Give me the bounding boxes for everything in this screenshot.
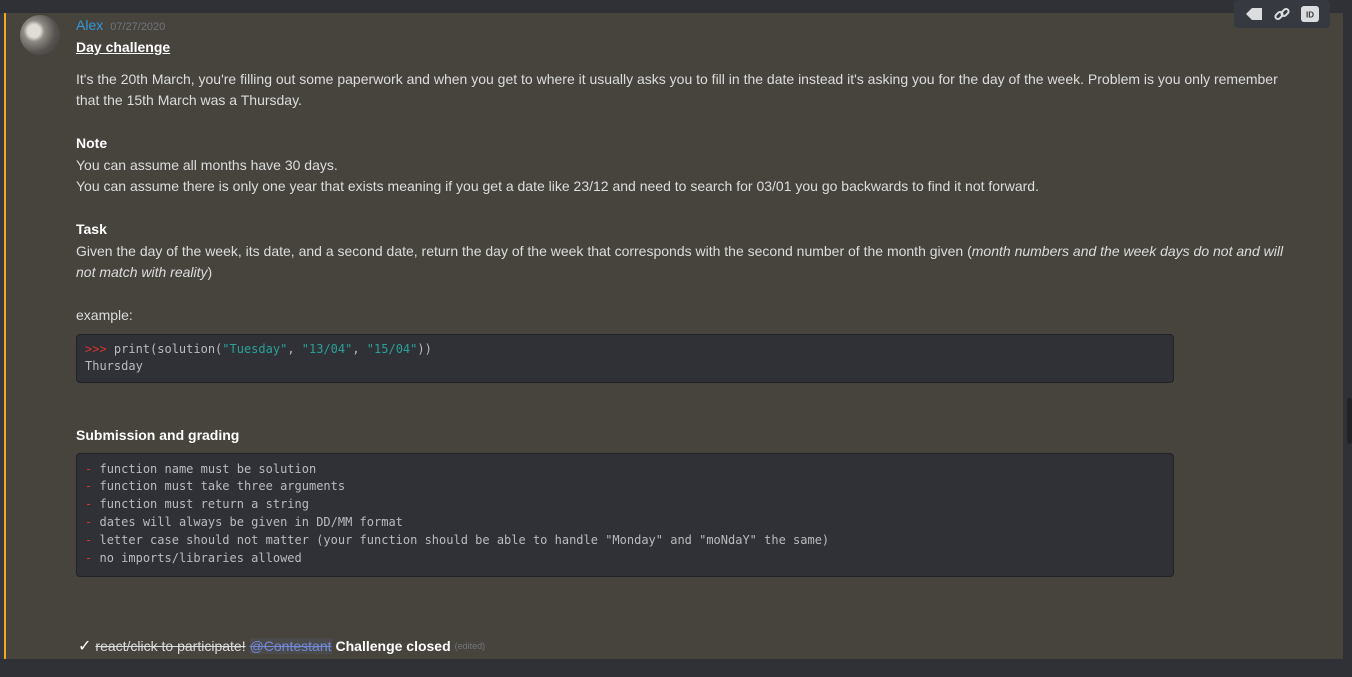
submission-heading: Submission and grading	[76, 427, 240, 444]
link-icon[interactable]	[1271, 3, 1293, 25]
message-toolbar: ID	[1234, 0, 1330, 28]
example-code-block: >>> print(solution("Tuesday", "13/04", "…	[76, 333, 1174, 384]
rule-line: - function must take three arguments	[85, 479, 346, 494]
rule-line: - function name must be solution	[85, 461, 317, 476]
code-call: print(solution(	[106, 341, 223, 356]
rule-line: - no imports/libraries allowed	[85, 550, 302, 565]
example-label: example:	[76, 307, 133, 323]
rule-line: - function must return a string	[85, 497, 309, 512]
participate-text: react/click to participate!	[95, 638, 246, 654]
message-timestamp: 07/27/2020	[110, 21, 166, 33]
edited-label: (edited)	[454, 641, 486, 651]
task-text-end: )	[207, 264, 213, 280]
author-avatar[interactable]	[20, 15, 60, 55]
code-output: Thursday	[85, 359, 143, 374]
id-icon[interactable]: ID	[1299, 3, 1321, 25]
intro-paragraph: It's the 20th March, you're filling out …	[76, 70, 1278, 109]
code-sep: ,	[287, 341, 302, 356]
contestant-mention[interactable]: @Contestant	[249, 638, 332, 654]
message-header: Alex 07/27/2020	[76, 17, 165, 35]
note-line: You can assume there is only one year th…	[76, 178, 1039, 194]
task-heading: Task	[76, 221, 107, 237]
note-line: You can assume all months have 30 days.	[76, 156, 338, 173]
rules-code-block: - function name must be solution - funct…	[76, 452, 1174, 578]
code-string: "13/04"	[301, 341, 353, 356]
code-prompt: >>>	[85, 341, 107, 356]
top-bar	[0, 0, 1352, 13]
note-heading: Note	[76, 135, 108, 151]
message-content: Day challenge It's the 20th March, you'r…	[76, 37, 1296, 578]
task-text: Given the day of the week, its date, and…	[76, 242, 972, 259]
code-call-end: ))	[417, 341, 432, 356]
author-name[interactable]: Alex	[76, 17, 103, 33]
message-title: Day challenge	[76, 39, 171, 55]
code-string: "15/04"	[366, 341, 418, 356]
rule-line: - dates will always be given in DD/MM fo…	[85, 514, 403, 529]
challenge-closed-text: Challenge closed	[335, 638, 451, 654]
message-footer: ✓ react/click to participate! @Contestan…	[78, 636, 485, 656]
code-sep: ,	[352, 341, 367, 356]
rule-line: - letter case should not matter (your fu…	[85, 532, 830, 547]
scrollbar-track[interactable]	[1343, 13, 1352, 659]
id-icon-label: ID	[1306, 11, 1314, 20]
scrollbar-thumb[interactable]	[1347, 398, 1352, 444]
code-string: "Tuesday"	[222, 341, 288, 356]
checkmark-icon: ✓	[78, 638, 92, 655]
code-line: >>> print(solution("Tuesday", "13/04", "…	[85, 341, 1165, 359]
bottom-bar	[0, 659, 1352, 677]
tag-icon[interactable]	[1243, 3, 1265, 25]
task-paragraph: Given the day of the week, its date, and…	[76, 241, 1296, 284]
